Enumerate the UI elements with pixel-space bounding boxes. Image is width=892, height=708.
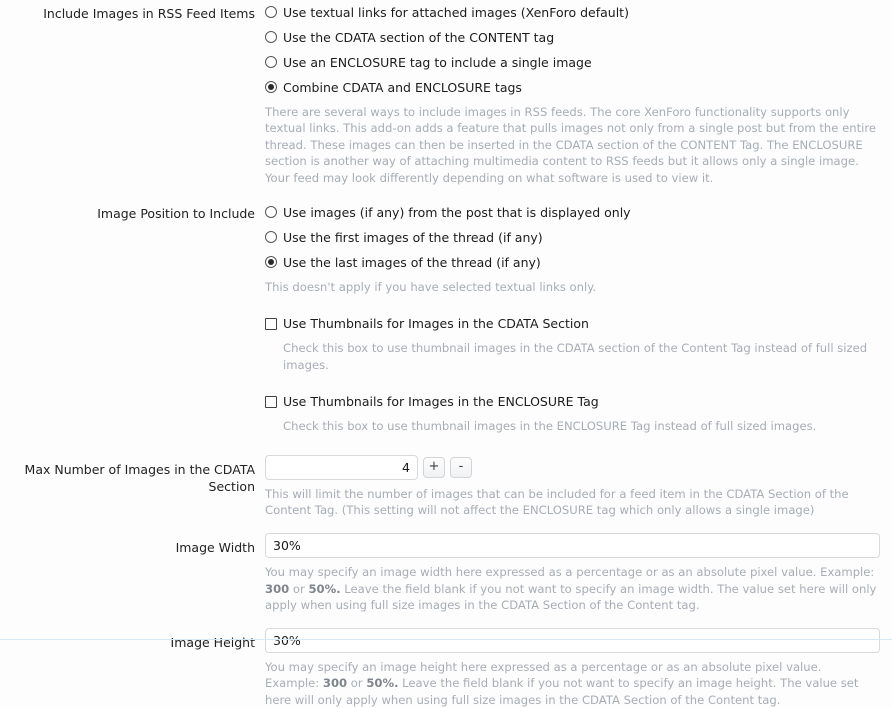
field-row-thumbnails-cdata: Use Thumbnails for Images in the CDATA S…: [0, 315, 892, 373]
hint-image-width: You may specify an image width here expr…: [265, 564, 877, 613]
radio-label: Use images (if any) from the post that i…: [283, 205, 631, 221]
radio-icon[interactable]: [265, 6, 277, 18]
hint-emphasis: 50%.: [308, 581, 341, 596]
checkbox-label: Use Thumbnails for Images in the CDATA S…: [283, 316, 589, 332]
image-height-input[interactable]: [265, 627, 880, 653]
hint-image-position: This doesn't apply if you have selected …: [265, 280, 597, 295]
label-include-images: Include Images in RSS Feed Items: [43, 6, 255, 21]
hint-include-images: There are several ways to include images…: [265, 105, 876, 185]
radio-option-last-images[interactable]: Use the last images of the thread (if an…: [265, 254, 880, 271]
image-width-input[interactable]: [265, 533, 880, 559]
radio-label: Use an ENCLOSURE tag to include a single…: [283, 55, 592, 70]
field-row-include-images: Include Images in RSS Feed Items Use tex…: [0, 4, 892, 186]
checkbox-option-thumbnails-cdata[interactable]: Use Thumbnails for Images in the CDATA S…: [265, 315, 880, 332]
control-image-width: You may specify an image width here expr…: [265, 533, 892, 613]
radio-icon-selected[interactable]: [265, 81, 277, 93]
hint-thumbnails-cdata: Check this box to use thumbnail images i…: [283, 341, 868, 372]
hint-emphasis: 300: [265, 581, 290, 596]
hint-text: or: [289, 581, 309, 596]
field-row-image-position: Image Position to Include Use images (if…: [0, 204, 892, 295]
max-images-input[interactable]: [265, 454, 418, 480]
hint-max-images: This will limit the number of images tha…: [265, 486, 849, 518]
radio-icon-selected[interactable]: [265, 256, 277, 269]
settings-form: Include Images in RSS Feed Items Use tex…: [0, 0, 892, 708]
hint-thumbnails-enclosure: Check this box to use thumbnail images i…: [283, 419, 817, 434]
hint-text: or: [347, 676, 367, 691]
stepper-increment-button[interactable]: +: [423, 456, 445, 478]
label-max-images: Max Number of Images in the CDATA Sectio…: [24, 461, 255, 494]
control-max-images: + - This will limit the number of images…: [265, 454, 892, 519]
control-thumbnails-cdata: Use Thumbnails for Images in the CDATA S…: [265, 315, 892, 373]
hint-text: Leave the field blank if you not want to…: [265, 581, 877, 613]
checkbox-label: Use Thumbnails for Images in the ENCLOSU…: [283, 394, 599, 410]
label-image-position: Image Position to Include: [97, 206, 255, 222]
section-divider: [0, 639, 892, 640]
radio-option-textual-links[interactable]: Use textual links for attached images (X…: [265, 4, 880, 21]
radio-label: Use the first images of the thread (if a…: [283, 230, 543, 246]
radio-label: Use the last images of the thread (if an…: [283, 255, 541, 271]
radio-icon[interactable]: [265, 56, 277, 68]
radio-label: Combine CDATA and ENCLOSURE tags: [283, 80, 522, 95]
control-include-images: Use textual links for attached images (X…: [265, 4, 892, 186]
radio-icon[interactable]: [265, 206, 277, 219]
radio-option-enclosure-tag[interactable]: Use an ENCLOSURE tag to include a single…: [265, 54, 880, 71]
field-row-thumbnails-enclosure: Use Thumbnails for Images in the ENCLOSU…: [0, 393, 892, 434]
label-image-width: Image Width: [175, 540, 255, 556]
hint-text: You may specify an image width here expr…: [265, 565, 875, 580]
radio-option-cdata-section[interactable]: Use the CDATA section of the CONTENT tag: [265, 29, 880, 46]
hint-emphasis: 50%.: [366, 676, 399, 691]
radio-label: Use the CDATA section of the CONTENT tag: [283, 30, 555, 45]
checkbox-icon[interactable]: [265, 396, 277, 409]
hint-image-height: You may specify an image height here exp…: [265, 659, 877, 708]
control-image-position: Use images (if any) from the post that i…: [265, 204, 892, 295]
hint-emphasis: 300: [322, 676, 348, 691]
radio-icon[interactable]: [265, 231, 277, 244]
radio-icon[interactable]: [265, 31, 277, 43]
checkbox-option-thumbnails-enclosure[interactable]: Use Thumbnails for Images in the ENCLOSU…: [265, 393, 880, 410]
radio-option-combine-cdata-enclosure[interactable]: Combine CDATA and ENCLOSURE tags: [265, 79, 880, 96]
radio-option-post-images-only[interactable]: Use images (if any) from the post that i…: [265, 204, 880, 221]
quantity-stepper: + -: [265, 454, 880, 480]
field-row-max-images: Max Number of Images in the CDATA Sectio…: [0, 454, 892, 519]
checkbox-icon[interactable]: [265, 318, 277, 331]
radio-option-first-images[interactable]: Use the first images of the thread (if a…: [265, 229, 880, 246]
stepper-decrement-button[interactable]: -: [450, 456, 472, 478]
radio-label: Use textual links for attached images (X…: [283, 5, 629, 20]
control-thumbnails-enclosure: Use Thumbnails for Images in the ENCLOSU…: [265, 393, 892, 434]
field-row-image-width: Image Width You may specify an image wid…: [0, 533, 892, 613]
